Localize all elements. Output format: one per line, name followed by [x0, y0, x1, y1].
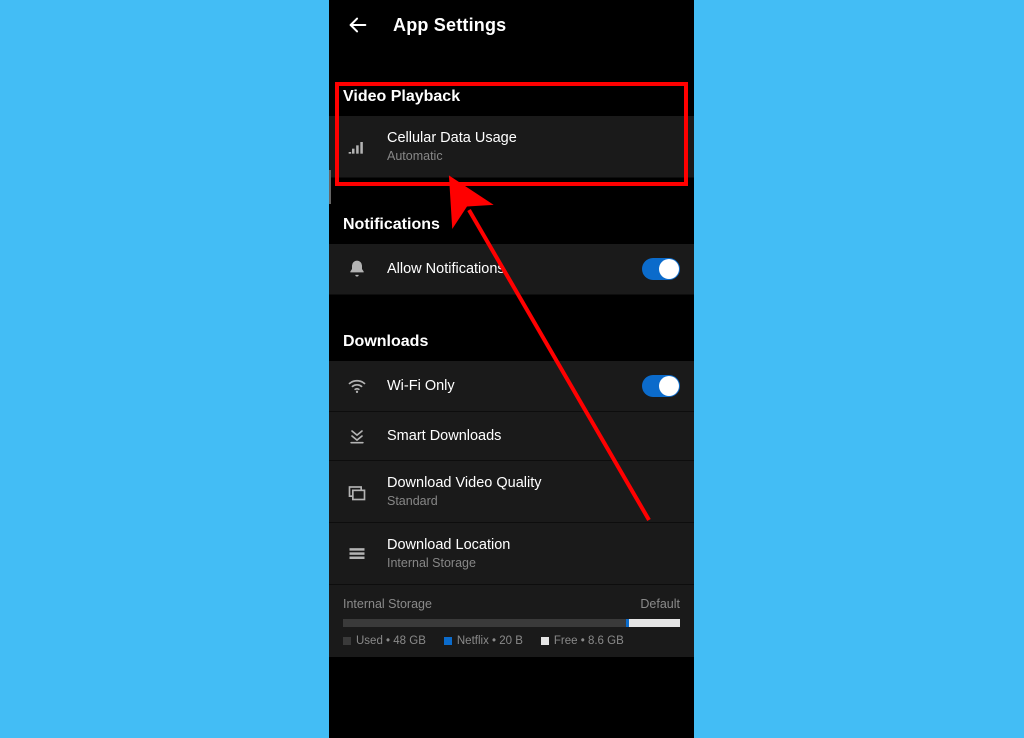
- cellular-value: Automatic: [387, 149, 680, 163]
- download-location-label: Download Location: [387, 537, 680, 553]
- smart-downloads-label: Smart Downloads: [387, 428, 680, 444]
- wifi-only-label: Wi-Fi Only: [387, 378, 642, 394]
- legend-swatch-free: [541, 637, 549, 645]
- section-title-notifications: Notifications: [329, 202, 694, 244]
- video-quality-icon: [343, 482, 371, 502]
- cellular-label: Cellular Data Usage: [387, 130, 680, 146]
- row-cellular-data-usage[interactable]: Cellular Data Usage Automatic: [329, 116, 694, 178]
- legend-swatch-used: [343, 637, 351, 645]
- wifi-icon: [343, 376, 371, 396]
- signal-bars-icon: [343, 137, 371, 157]
- section-title-downloads: Downloads: [329, 319, 694, 361]
- legend-swatch-netflix: [444, 637, 452, 645]
- storage-bar-free: [629, 619, 680, 627]
- legend-free: Free • 8.6 GB: [554, 635, 624, 647]
- storage-bar-used: [343, 619, 626, 627]
- download-quality-label: Download Video Quality: [387, 475, 680, 491]
- storage-legend: Used • 48 GB Netflix • 20 B Free • 8.6 G…: [343, 635, 680, 647]
- allow-notifications-label: Allow Notifications: [387, 261, 642, 277]
- bell-icon: [343, 259, 371, 279]
- header-bar: App Settings: [329, 0, 694, 50]
- row-download-location[interactable]: Download Location Internal Storage: [329, 523, 694, 585]
- section-title-video-playback: Video Playback: [329, 74, 694, 116]
- phone-frame: App Settings Video Playback Cellular Dat…: [329, 0, 694, 738]
- storage-bar: [343, 619, 680, 627]
- legend-netflix: Netflix • 20 B: [457, 635, 523, 647]
- download-location-value: Internal Storage: [387, 556, 680, 570]
- legend-used: Used • 48 GB: [356, 635, 426, 647]
- row-allow-notifications[interactable]: Allow Notifications: [329, 244, 694, 295]
- storage-usage-panel: Internal Storage Default Used • 48 GB Ne…: [329, 585, 694, 657]
- smart-download-icon: [343, 426, 371, 446]
- row-download-video-quality[interactable]: Download Video Quality Standard: [329, 461, 694, 523]
- storage-icon: [343, 544, 371, 564]
- wifi-only-toggle[interactable]: [642, 375, 680, 397]
- row-smart-downloads[interactable]: Smart Downloads: [329, 412, 694, 461]
- allow-notifications-toggle[interactable]: [642, 258, 680, 280]
- row-wifi-only[interactable]: Wi-Fi Only: [329, 361, 694, 412]
- side-notch: [329, 170, 331, 204]
- page-title: App Settings: [393, 15, 506, 36]
- storage-name: Internal Storage: [343, 597, 432, 611]
- back-arrow-icon[interactable]: [347, 14, 369, 36]
- storage-mode: Default: [640, 597, 680, 611]
- download-quality-value: Standard: [387, 494, 680, 508]
